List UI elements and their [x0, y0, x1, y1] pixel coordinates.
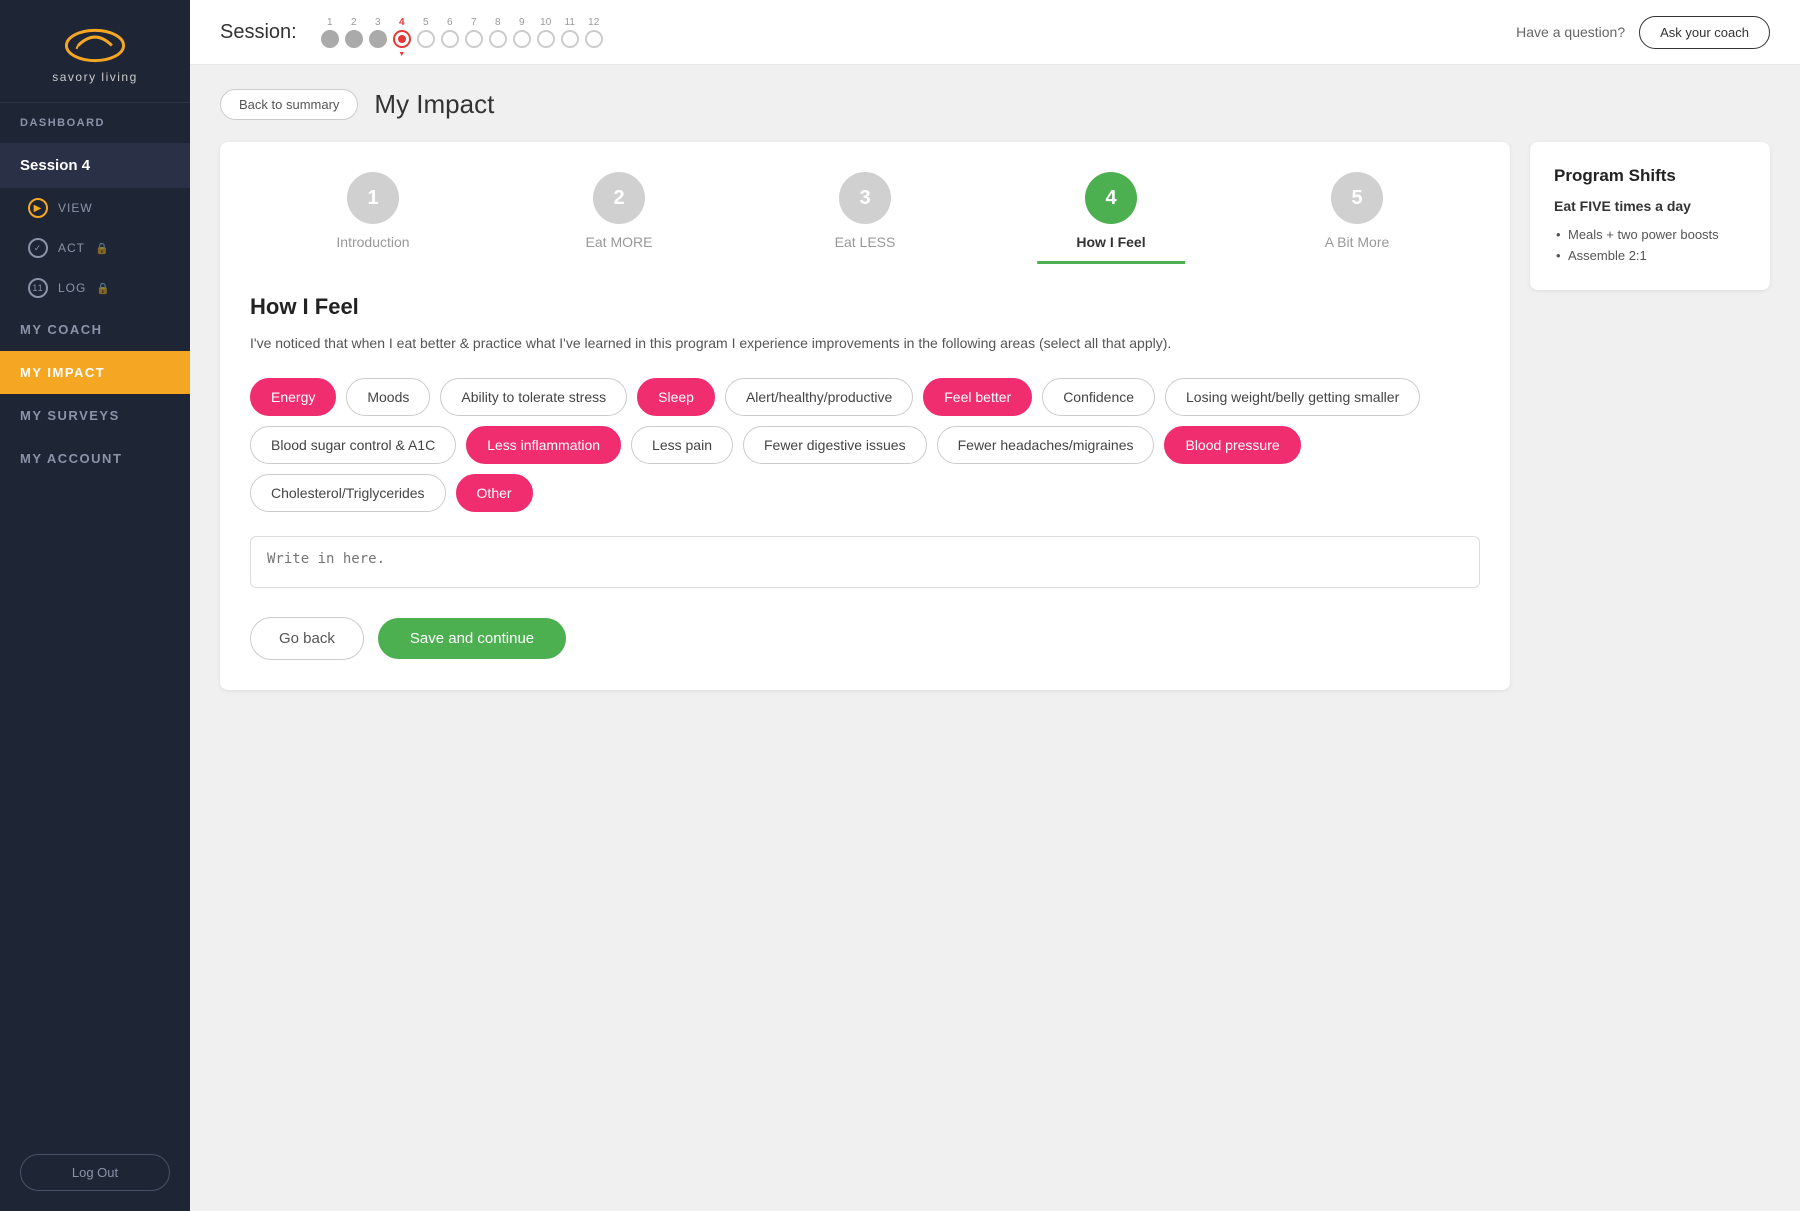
tag-blood_sugar[interactable]: Blood sugar control & A1C	[250, 426, 456, 464]
page-title: My Impact	[374, 89, 494, 120]
dot-4: 4	[393, 17, 411, 48]
step-5-label: A Bit More	[1325, 234, 1390, 250]
program-shift-item: Meals + two power boosts	[1554, 224, 1746, 245]
session-progress: Session: 1 2 3 4 5	[220, 17, 603, 48]
dot-8: 8	[489, 17, 507, 48]
step-3: 3 Eat LESS	[742, 172, 988, 264]
back-to-summary-button[interactable]: Back to summary	[220, 89, 358, 120]
dot-7: 7	[465, 17, 483, 48]
step-1-circle: 1	[347, 172, 399, 224]
sidebar-item-my-surveys[interactable]: MY SURVEYS	[0, 394, 190, 437]
tag-blood_pressure[interactable]: Blood pressure	[1164, 426, 1300, 464]
dot-12: 12	[585, 17, 603, 48]
savory-living-logo	[60, 22, 130, 64]
program-shifts-list: Meals + two power boostsAssemble 2:1	[1554, 224, 1746, 266]
have-question-text: Have a question?	[1516, 24, 1625, 40]
sidebar-item-act[interactable]: ✓ ACT 🔒	[0, 228, 190, 268]
step-5-circle: 5	[1331, 172, 1383, 224]
tag-alert[interactable]: Alert/healthy/productive	[725, 378, 913, 416]
log-number-icon: 11	[28, 278, 48, 298]
tag-other[interactable]: Other	[456, 474, 533, 512]
dot-9: 9	[513, 17, 531, 48]
top-bar: Session: 1 2 3 4 5	[190, 0, 1800, 65]
tag-headaches[interactable]: Fewer headaches/migraines	[937, 426, 1155, 464]
session-label: Session:	[220, 21, 297, 44]
dot-10: 10	[537, 17, 555, 48]
program-shift-item: Assemble 2:1	[1554, 245, 1746, 266]
sidebar-item-my-impact[interactable]: MY IMPACT	[0, 351, 190, 394]
lock-icon-act: 🔒	[95, 242, 110, 255]
sidebar: savory living DASHBOARD Session 4 ▶ VIEW…	[0, 0, 190, 1211]
sidebar-item-log[interactable]: 11 LOG 🔒	[0, 268, 190, 308]
dot-5: 5	[417, 17, 435, 48]
sidebar-item-session4[interactable]: Session 4	[0, 143, 190, 188]
step-4: 4 How I Feel	[988, 172, 1234, 264]
step-2-label: Eat MORE	[586, 234, 653, 250]
main-card: 1 Introduction 2 Eat MORE 3 Eat LESS 4 H…	[220, 142, 1510, 690]
content-layout: 1 Introduction 2 Eat MORE 3 Eat LESS 4 H…	[220, 142, 1770, 690]
sidebar-navigation: DASHBOARD Session 4 ▶ VIEW ✓ ACT 🔒 11 LO…	[0, 103, 190, 1134]
section-title: How I Feel	[250, 294, 1480, 320]
save-continue-button[interactable]: Save and continue	[378, 618, 566, 659]
step-3-circle: 3	[839, 172, 891, 224]
sidebar-item-my-account[interactable]: MY ACCOUNT	[0, 437, 190, 480]
tag-energy[interactable]: Energy	[250, 378, 336, 416]
dot-11: 11	[561, 17, 579, 48]
tag-digestive[interactable]: Fewer digestive issues	[743, 426, 927, 464]
tag-less_pain[interactable]: Less pain	[631, 426, 733, 464]
check-icon: ✓	[28, 238, 48, 258]
sidebar-item-my-coach[interactable]: MY COACH	[0, 308, 190, 351]
dot-1: 1	[321, 17, 339, 48]
program-shifts-card: Program Shifts Eat FIVE times a day Meal…	[1530, 142, 1770, 290]
tag-losing_weight[interactable]: Losing weight/belly getting smaller	[1165, 378, 1420, 416]
step-4-circle: 4	[1085, 172, 1137, 224]
top-bar-right: Have a question? Ask your coach	[1516, 16, 1770, 49]
step-2-circle: 2	[593, 172, 645, 224]
play-icon: ▶	[28, 198, 48, 218]
logo-area: savory living	[0, 0, 190, 103]
step-indicators: 1 Introduction 2 Eat MORE 3 Eat LESS 4 H…	[250, 172, 1480, 264]
tag-cholesterol[interactable]: Cholesterol/Triglycerides	[250, 474, 446, 512]
program-shifts-title: Program Shifts	[1554, 166, 1746, 186]
go-back-button[interactable]: Go back	[250, 617, 364, 660]
step-4-label: How I Feel	[1076, 234, 1145, 250]
logout-button[interactable]: Log Out	[20, 1154, 170, 1191]
tag-sleep[interactable]: Sleep	[637, 378, 715, 416]
step-5: 5 A Bit More	[1234, 172, 1480, 264]
sidebar-bottom: Log Out	[0, 1134, 190, 1211]
write-in-field[interactable]	[250, 536, 1480, 588]
ask-coach-button[interactable]: Ask your coach	[1639, 16, 1770, 49]
tag-stress[interactable]: Ability to tolerate stress	[440, 378, 627, 416]
page-area: Back to summary My Impact 1 Introduction…	[190, 65, 1800, 1211]
section-description: I've noticed that when I eat better & pr…	[250, 332, 1480, 354]
sidebar-item-view[interactable]: ▶ VIEW	[0, 188, 190, 228]
page-header: Back to summary My Impact	[220, 89, 1770, 120]
tag-moods[interactable]: Moods	[346, 378, 430, 416]
tag-feel_better[interactable]: Feel better	[923, 378, 1032, 416]
step-3-label: Eat LESS	[835, 234, 896, 250]
lock-icon-log: 🔒	[96, 282, 111, 295]
step-2: 2 Eat MORE	[496, 172, 742, 264]
logo-text: savory living	[52, 70, 138, 84]
dot-3: 3	[369, 17, 387, 48]
program-shifts-subtitle: Eat FIVE times a day	[1554, 198, 1746, 214]
progress-dots: 1 2 3 4 5	[321, 17, 603, 48]
main-content: Session: 1 2 3 4 5	[190, 0, 1800, 1211]
dot-2: 2	[345, 17, 363, 48]
tag-less_inflammation[interactable]: Less inflammation	[466, 426, 621, 464]
action-buttons: Go back Save and continue	[250, 617, 1480, 660]
dot-6: 6	[441, 17, 459, 48]
step-1-label: Introduction	[336, 234, 409, 250]
tags-container: Energy Moods Ability to tolerate stress Sle…	[250, 378, 1480, 512]
tag-confidence[interactable]: Confidence	[1042, 378, 1155, 416]
sidebar-item-dashboard[interactable]: DASHBOARD	[0, 103, 190, 143]
step-1: 1 Introduction	[250, 172, 496, 264]
